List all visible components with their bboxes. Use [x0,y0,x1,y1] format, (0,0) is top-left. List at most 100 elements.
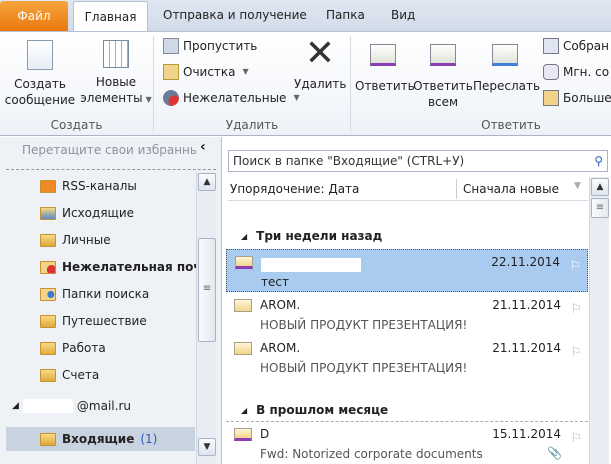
folder-label: Работа [62,341,106,355]
ignore-button[interactable]: Пропустить [163,36,257,56]
folder-outbox[interactable]: Исходящие [40,202,196,224]
folder-junk[interactable]: Нежелательная почта [40,256,196,278]
more-button[interactable]: Больше [543,88,611,108]
arrange-header: Упорядочение: Дата Сначала новые ▼ [228,177,588,201]
reply-all-button[interactable]: Ответить всем [413,44,473,110]
date: 22.11.2014 [491,255,560,269]
replied-mail-icon [234,428,252,441]
tab-folder[interactable]: Папка [318,0,373,31]
cleanup-button[interactable]: Очистка ▼ [163,62,249,82]
read-mail-icon [234,299,252,312]
attachment-icon: 📎 [547,446,562,460]
folder-bills[interactable]: Счета [40,364,196,386]
forward-icon [492,44,518,66]
folder-search[interactable]: Папки поиска [40,283,196,305]
rss-folder-icon [40,179,56,193]
message-row[interactable]: AROM. 21.11.2014 НОВЫЙ ПРОДУКТ ПРЕЗЕНТАЦ… [226,293,588,336]
date: 21.11.2014 [492,341,561,355]
arrange-by-button[interactable]: Упорядочение: Дата [230,182,359,196]
new-message-button[interactable]: Создать сообщение [4,40,76,108]
group-label-delete: Удалить [225,118,279,132]
label: Ответить [355,79,415,93]
subject: НОВЫЙ ПРОДУКТ ПРЕЗЕНТАЦИЯ! [260,318,468,332]
folder-personal[interactable]: Личные [40,229,196,251]
scroll-thumb[interactable]: ≡ [591,198,609,218]
flag-icon[interactable]: ⚐ [570,345,582,360]
folder-icon [40,368,56,382]
divider [6,169,216,170]
account-label: @mail.ru [76,399,131,413]
group-label-create: Создать [50,118,103,132]
label: Нежелательные [183,91,287,105]
calendar-icon [103,40,129,68]
forward-button[interactable]: Переслать [473,44,541,94]
meeting-button[interactable]: Собран [543,36,609,56]
label: сообщение [4,93,76,107]
flag-icon[interactable]: ⚐ [570,302,582,317]
label: Собран [563,39,609,53]
scroll-thumb[interactable]: ≡ [198,238,216,342]
tab-view[interactable]: Вид [383,0,423,31]
flag-icon[interactable]: ⚐ [570,431,582,446]
account-node[interactable]: ◢ @mail.ru [12,399,131,413]
folder-inbox[interactable]: Входящие (1) [6,427,195,451]
folder-scrollbar[interactable]: ▲ ≡ ▼ [196,172,216,464]
search-icon[interactable]: ⚲ [594,151,603,171]
junk-button[interactable]: Нежелательные ▼ [163,88,300,108]
tab-home[interactable]: Главная [73,1,148,32]
message-row[interactable]: 22.11.2014 тест ⚐ [226,249,588,292]
ignore-icon [163,38,179,54]
folder-label: Личные [62,233,111,247]
cleanup-icon [163,64,179,80]
new-items-button[interactable]: Новые элементы ▼ [80,40,152,108]
group-header[interactable]: ◢ Три недели назад [241,229,382,243]
collapse-pane-icon[interactable]: ‹ [200,139,206,155]
folder-pane: Перетащите свои избранные ‹ RSS-каналы И… [0,137,222,464]
search-input[interactable]: Поиск в папке "Входящие" (CTRL+У) ⚲ [228,150,608,172]
tab-send-receive[interactable]: Отправка и получение [155,0,315,31]
flag-icon[interactable]: ⚐ [569,259,581,274]
collapse-triangle-icon: ◢ [241,405,248,415]
replied-mail-icon [235,256,253,269]
subject: НОВЫЙ ПРОДУКТ ПРЕЗЕНТАЦИЯ! [260,361,468,375]
scroll-down-button[interactable]: ▼ [198,438,216,456]
sort-order-button[interactable]: Сначала новые [463,182,559,196]
message-list-scrollbar[interactable]: ▲ ≡ [589,177,609,464]
inbox-icon [40,432,56,446]
outbox-folder-icon [40,206,56,220]
redacted [261,257,361,272]
scroll-up-button[interactable]: ▲ [591,178,609,196]
message-row[interactable]: AROM. 21.11.2014 НОВЫЙ ПРОДУКТ ПРЕЗЕНТАЦ… [226,336,588,379]
folder-icon [40,314,56,328]
reply-button[interactable]: Ответить [355,44,415,94]
group-label-reply: Ответить [481,118,541,132]
tab-file[interactable]: Файл [0,1,68,31]
redacted [22,399,73,413]
sender: D [260,427,270,441]
delete-button[interactable]: ✕ Удалить [294,36,347,92]
group-header[interactable]: ◢ В прошлом месяце [241,403,388,417]
collapse-triangle-icon: ◢ [241,231,248,241]
im-button[interactable]: Мгн. со [543,62,609,82]
im-icon [543,64,559,80]
favorites-hint: Перетащите свои избранные [22,143,196,157]
sender [261,257,361,272]
label: Переслать [473,79,541,93]
folder-label: Исходящие [62,206,135,220]
folder-travel[interactable]: Путешествие [40,310,196,332]
folder-label: Входящие [62,432,135,446]
date: 21.11.2014 [492,298,561,312]
folder-rss[interactable]: RSS-каналы [40,175,196,197]
reply-icon [370,44,396,66]
folder-label: Нежелательная почта [62,260,196,274]
junk-folder-icon [40,260,56,274]
sender: AROM. [260,298,301,312]
label: Удалить [294,77,347,91]
scroll-up-button[interactable]: ▲ [198,173,216,191]
dropdown-arrow-icon: ▼ [242,67,249,76]
message-row[interactable]: D 15.11.2014 Fwd: Notorized corporate do… [226,421,588,464]
divider [456,179,457,199]
group-label: В прошлом месяце [256,403,389,417]
ribbon: Создать сообщение Новые элементы ▼ Создат… [0,31,611,136]
folder-work[interactable]: Работа [40,337,196,359]
